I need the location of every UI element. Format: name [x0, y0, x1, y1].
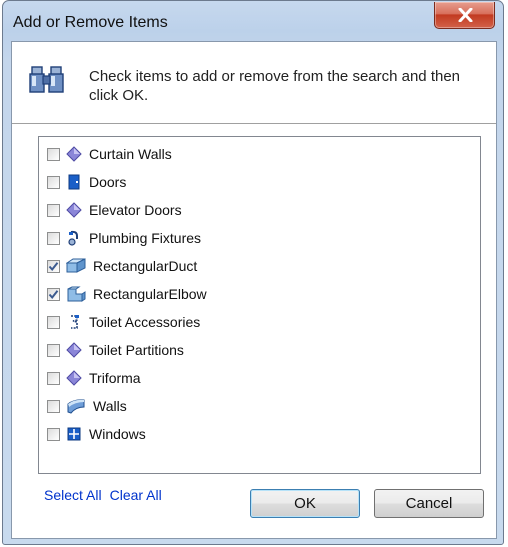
faucet-icon — [68, 230, 78, 246]
checkbox[interactable] — [47, 147, 60, 161]
checkbox[interactable] — [47, 371, 60, 385]
checkbox[interactable] — [47, 287, 60, 301]
accessory-icon — [71, 315, 79, 329]
checkbox[interactable] — [47, 427, 60, 441]
checkbox[interactable] — [47, 175, 60, 189]
dialog-body: Check items to add or remove from the se… — [11, 41, 497, 539]
list-item-toilet-accessories[interactable]: Toilet Accessories — [47, 311, 200, 333]
checkbox[interactable] — [47, 399, 60, 413]
list-item-plumbing-fixtures[interactable]: Plumbing Fixtures — [47, 227, 201, 249]
list-item-walls[interactable]: Walls — [47, 395, 127, 417]
list-item-elevator-doors[interactable]: Elevator Doors — [47, 199, 182, 221]
diamond-icon — [66, 342, 82, 358]
list-item-rectangular-elbow[interactable]: RectangularElbow — [47, 283, 207, 305]
item-label: Curtain Walls — [89, 146, 172, 162]
checkbox[interactable] — [47, 259, 60, 273]
item-label: Doors — [89, 174, 127, 190]
list-item-windows[interactable]: Windows — [47, 423, 146, 445]
dialog-window: Add or Remove Items Check items to add o… — [2, 0, 504, 545]
items-list[interactable]: Curtain Walls Doors Elevator Doors Plumb… — [38, 136, 481, 474]
item-label: Walls — [93, 398, 127, 414]
checkbox[interactable] — [47, 315, 60, 329]
checkbox[interactable] — [47, 203, 60, 217]
binoculars-icon — [29, 66, 64, 93]
item-label: Triforma — [89, 370, 141, 386]
separator — [12, 123, 496, 127]
cancel-button[interactable]: Cancel — [374, 489, 484, 518]
close-icon — [458, 8, 473, 22]
diamond-icon — [66, 202, 82, 218]
select-all-link[interactable]: Select All — [44, 487, 102, 503]
checkbox[interactable] — [47, 343, 60, 357]
checkmark-icon — [48, 261, 59, 271]
item-label: Toilet Accessories — [89, 314, 201, 330]
close-button[interactable] — [434, 2, 495, 29]
list-item-rectangular-duct[interactable]: RectangularDuct — [47, 255, 197, 277]
item-label: Elevator Doors — [89, 202, 182, 218]
item-label: RectangularElbow — [93, 286, 207, 302]
door-icon — [68, 174, 80, 190]
window-icon — [67, 427, 81, 441]
title-bar[interactable]: Add or Remove Items — [3, 1, 503, 41]
clear-all-link[interactable]: Clear All — [110, 487, 162, 503]
elbow-icon — [67, 286, 86, 302]
ok-button[interactable]: OK — [250, 489, 360, 518]
duct-icon — [66, 258, 86, 273]
list-item-toilet-partitions[interactable]: Toilet Partitions — [47, 339, 184, 361]
selection-links: Select All Clear All — [44, 487, 162, 503]
window-title: Add or Remove Items — [13, 14, 168, 31]
list-item-curtain-walls[interactable]: Curtain Walls — [47, 143, 172, 165]
diamond-icon — [66, 146, 82, 162]
checkbox[interactable] — [47, 231, 60, 245]
item-label: Toilet Partitions — [89, 342, 184, 358]
checkmark-icon — [48, 289, 59, 299]
item-label: Plumbing Fixtures — [89, 230, 202, 246]
item-label: RectangularDuct — [93, 258, 198, 274]
wall-icon — [67, 399, 85, 414]
list-item-triforma[interactable]: Triforma — [47, 367, 141, 389]
item-label: Windows — [89, 426, 146, 442]
list-item-doors[interactable]: Doors — [47, 171, 126, 193]
diamond-icon — [66, 370, 82, 386]
instruction-text: Check items to add or remove from the se… — [89, 68, 461, 104]
